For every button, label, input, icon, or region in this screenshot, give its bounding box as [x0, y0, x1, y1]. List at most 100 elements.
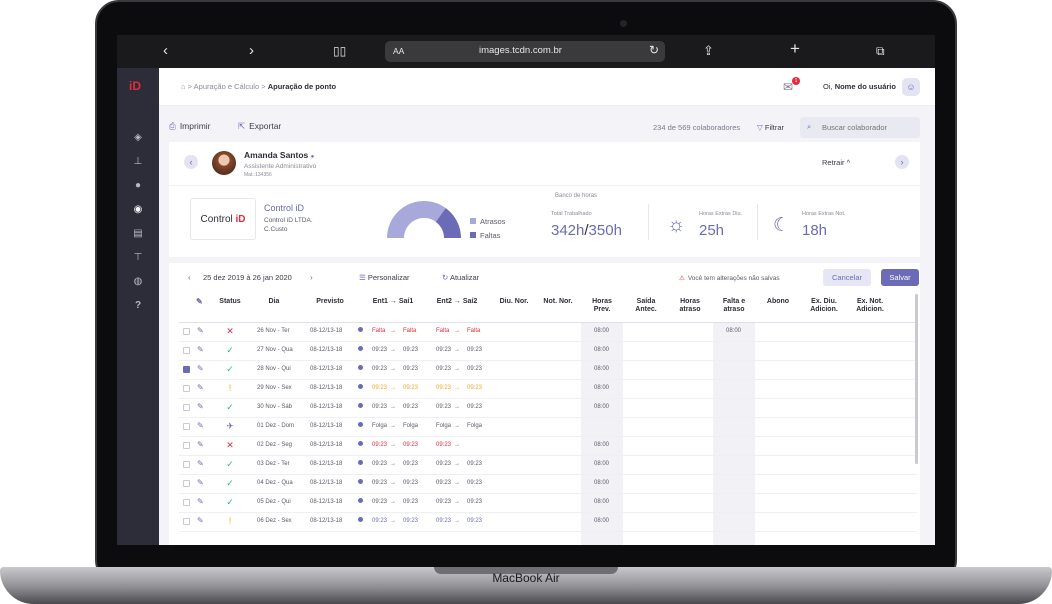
- info-icon[interactable]: [355, 479, 363, 485]
- extra-night-label: Horas Extras Not.: [802, 211, 846, 217]
- table-row[interactable]: ✎ ✓ 27 Nov - Qua 08-12/13-18 09:23 → 09:23 09:2…: [179, 342, 917, 361]
- arrow-icon: →: [390, 366, 396, 372]
- bookmarks-icon[interactable]: ▯▯: [333, 41, 346, 61]
- exit2-cell: Folga: [467, 423, 483, 429]
- avatar-icon[interactable]: ☺: [902, 78, 920, 96]
- edit-icon[interactable]: ✎: [197, 345, 204, 354]
- period-next-icon[interactable]: ›: [310, 273, 313, 282]
- edit-icon[interactable]: ✎: [197, 478, 204, 487]
- layers-icon[interactable]: ◈: [131, 131, 145, 145]
- next-employee-icon[interactable]: ›: [895, 155, 909, 169]
- table-row[interactable]: ✎ ✓ 28 Nov - Qui 08-12/13-18 09:23 → 09:23 09:2…: [179, 361, 917, 380]
- share-icon[interactable]: ⇪: [703, 41, 714, 61]
- table-row[interactable]: ✎ ✕ 26 Nov - Ter 08-12/13-18 Falta → Falta Falt…: [179, 323, 917, 342]
- edit-icon[interactable]: ✎: [197, 516, 204, 525]
- refresh-button[interactable]: ↻ Atualizar: [442, 273, 479, 282]
- export-label: Exportar: [249, 121, 282, 131]
- url-text[interactable]: images.tcdn.com.br: [479, 45, 562, 56]
- filter-button[interactable]: ▽ Filtrar: [757, 123, 784, 132]
- cancel-button[interactable]: Cancelar: [823, 269, 871, 286]
- scrollbar[interactable]: [915, 294, 918, 464]
- edit-icon[interactable]: ✎: [197, 402, 204, 411]
- export-button[interactable]: ⇱ Exportar: [238, 121, 281, 132]
- back-icon[interactable]: ‹: [163, 41, 168, 61]
- edit-all-icon[interactable]: ✎: [196, 298, 203, 306]
- user-check-icon[interactable]: ◉: [131, 203, 145, 217]
- print-button[interactable]: ⎙ Imprimir: [169, 121, 211, 132]
- help-icon[interactable]: ?: [131, 299, 145, 313]
- period-prev-icon[interactable]: ‹: [188, 273, 191, 282]
- table-row[interactable]: ✎ ✈ 01 Dez - Dom 08-12/13-18 Folga → Folga Folg…: [179, 418, 917, 437]
- save-button[interactable]: Salvar: [881, 269, 919, 286]
- table-row[interactable]: ✎ ✕ 02 Dez - Seg 08-12/13-18 09:23 → 09:23 09:2…: [179, 437, 917, 456]
- address-bar[interactable]: AA images.tcdn.com.br ↻: [385, 41, 665, 62]
- forward-icon[interactable]: ›: [249, 41, 254, 61]
- row-checkbox[interactable]: [183, 461, 190, 468]
- tabs-icon[interactable]: ⧉: [876, 41, 885, 61]
- row-checkbox[interactable]: [183, 518, 190, 525]
- table-row[interactable]: ✎! 06 Dez - Sex 08-12/13-18 09:23 → 09:23 09:2…: [179, 513, 917, 532]
- row-checkbox[interactable]: [183, 385, 190, 392]
- divider: [648, 204, 649, 240]
- row-checkbox[interactable]: [183, 423, 190, 430]
- table-row[interactable]: ✎ ✓ 30 Nov - Sáb 08-12/13-18 09:23 → 09:23 09:2…: [179, 399, 917, 418]
- moon-icon: ☾: [773, 215, 791, 236]
- info-icon[interactable]: [355, 422, 363, 428]
- total-done: 342h: [551, 222, 585, 239]
- search-input[interactable]: [822, 120, 916, 135]
- table-row[interactable]: ✎ ✓ 04 Dez - Qua 08-12/13-18 09:23 → 09:23 09:2…: [179, 475, 917, 494]
- row-checkbox[interactable]: [183, 328, 190, 335]
- period-range[interactable]: 25 dez 2019 à 26 jan 2020: [203, 273, 292, 282]
- info-icon[interactable]: [355, 460, 363, 466]
- status-icon: ✕: [226, 440, 234, 450]
- search-box[interactable]: ⌕: [800, 117, 920, 138]
- info-icon[interactable]: [355, 384, 363, 390]
- edit-icon[interactable]: ✎: [197, 421, 204, 430]
- edit-icon[interactable]: ✎: [197, 383, 204, 392]
- reload-icon[interactable]: ↻: [649, 43, 659, 57]
- info-icon[interactable]: [355, 327, 363, 333]
- row-checkbox[interactable]: [183, 347, 190, 354]
- table-row[interactable]: ✎ ✓ 03 Dez - Ter 08-12/13-18 09:23 → 09:23 09:2…: [179, 456, 917, 475]
- info-icon[interactable]: [355, 365, 363, 371]
- legend-swatch: [470, 218, 476, 224]
- breadcrumb-parent[interactable]: Apuração e Cálculo: [194, 82, 259, 91]
- hours-prev-cell: 08:00: [594, 499, 610, 505]
- row-checkbox[interactable]: [183, 366, 190, 373]
- edit-icon[interactable]: ✎: [197, 440, 204, 449]
- table-row[interactable]: ✎! 29 Nov - Sex 08-12/13-18 09:23 → 09:23 09:2…: [179, 380, 917, 399]
- edit-icon[interactable]: ✎: [197, 497, 204, 506]
- info-icon[interactable]: [355, 346, 363, 352]
- entry1-cell: 09:23: [372, 404, 388, 410]
- collapse-button[interactable]: Retrair ^: [822, 158, 850, 167]
- org-chart-icon[interactable]: ⊥: [131, 155, 145, 169]
- account-icon[interactable]: ◍: [131, 275, 145, 289]
- row-checkbox[interactable]: [183, 442, 190, 449]
- info-icon[interactable]: [355, 441, 363, 447]
- reader-toggle[interactable]: AA: [393, 46, 404, 56]
- pin-icon[interactable]: ⊤: [131, 251, 145, 265]
- table-row[interactable]: ✎ ✓ 05 Dez - Qui 08-12/13-18 09:23 → 09:23 09:2…: [179, 494, 917, 513]
- customize-button[interactable]: ☰ Personalizar: [359, 273, 410, 282]
- documents-icon[interactable]: ▤: [131, 227, 145, 241]
- home-icon[interactable]: ⌂: [181, 82, 186, 91]
- edit-icon[interactable]: ✎: [197, 364, 204, 373]
- info-icon[interactable]: [355, 517, 363, 523]
- previous-employee-icon[interactable]: ‹: [184, 155, 198, 169]
- edit-icon[interactable]: ✎: [197, 459, 204, 468]
- users-settings-icon[interactable]: ●: [131, 179, 145, 193]
- edit-icon[interactable]: ✎: [197, 326, 204, 335]
- row-checkbox[interactable]: [183, 404, 190, 411]
- exit1-cell: 09:23: [403, 499, 419, 505]
- row-checkbox[interactable]: [183, 499, 190, 506]
- new-tab-icon[interactable]: +: [790, 39, 800, 59]
- planned-cell: 08-12/13-18: [310, 385, 343, 391]
- arrow-icon: →: [454, 499, 460, 505]
- user-name[interactable]: Nome do usuário: [835, 82, 896, 91]
- info-icon[interactable]: [355, 403, 363, 409]
- company-name[interactable]: Control iD: [264, 203, 304, 213]
- row-checkbox[interactable]: [183, 480, 190, 487]
- app-logo[interactable]: iD: [129, 79, 141, 93]
- arrow-icon: →: [454, 385, 460, 391]
- info-icon[interactable]: [355, 498, 363, 504]
